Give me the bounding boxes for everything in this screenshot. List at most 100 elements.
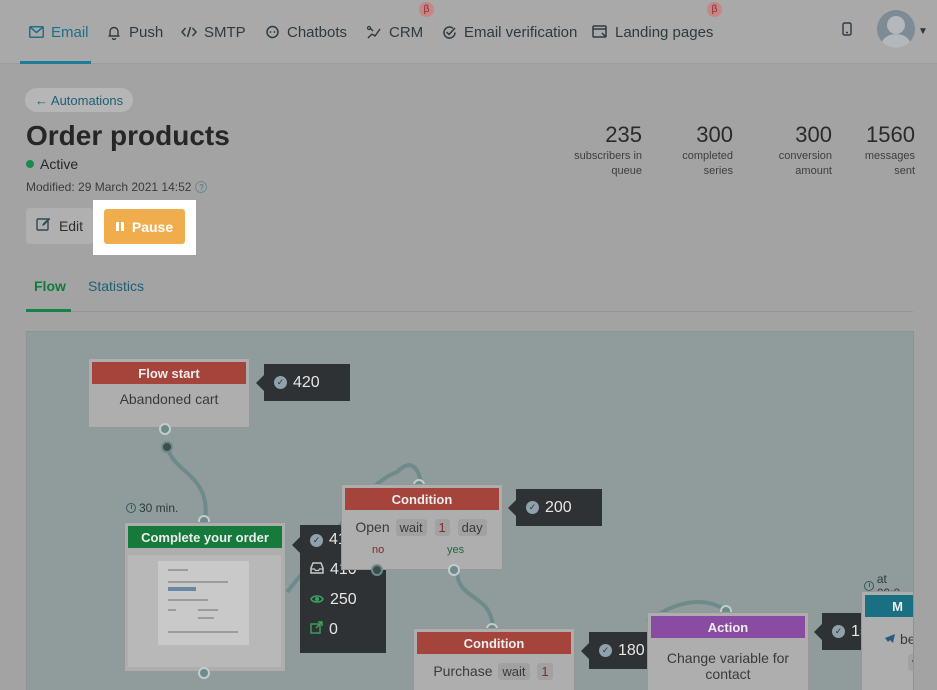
- condition2-wait-pill: wait: [498, 663, 530, 680]
- email-clicked-stat: 0: [300, 615, 386, 645]
- nav-landing-pages-label: Landing pages: [615, 23, 714, 41]
- pause-button-label: Pause: [131, 218, 174, 235]
- pause-button[interactable]: Pause: [104, 209, 185, 244]
- condition1-unit-pill: day: [457, 519, 487, 536]
- check-icon: ✓: [274, 376, 287, 389]
- clock-icon: [126, 503, 136, 513]
- modified-label: Modified: 29 March 2021 14:52: [26, 180, 192, 194]
- modified-date: Modified: 29 March 2021 14:52 ?: [26, 180, 208, 194]
- stat-label: amount: [795, 165, 832, 177]
- nav-push-label: Push: [129, 23, 164, 41]
- breadcrumb-automations[interactable]: ← Automations: [25, 88, 134, 112]
- flow-start-out-port[interactable]: [159, 423, 171, 435]
- nav-crm-label: CRM: [389, 23, 424, 41]
- action-header: Action: [651, 616, 805, 638]
- connector-port[interactable]: [161, 441, 173, 453]
- partial-body: be: [884, 631, 913, 647]
- status-indicator: Active: [26, 156, 78, 172]
- nav-email-label: Email: [51, 23, 89, 41]
- flow-start-count: 420: [293, 373, 320, 391]
- action-body-line-2: contact: [705, 666, 751, 682]
- edit-button-label: Edit: [58, 218, 84, 234]
- nav-push[interactable]: Push: [106, 0, 163, 64]
- nav-landing-pages[interactable]: Landing pages: [592, 0, 713, 64]
- landing-beta-badge: β: [707, 2, 722, 17]
- stat-completed-series: 300 completed series: [682, 122, 733, 178]
- help-icon[interactable]: ?: [195, 181, 208, 193]
- flow-start-header: Flow start: [92, 362, 246, 384]
- condition2-node[interactable]: Condition Purchase wait 1: [413, 628, 575, 690]
- nav-smtp-label: SMTP: [204, 23, 246, 41]
- mobile-icon[interactable]: [839, 17, 855, 41]
- condition1-node[interactable]: Condition Open wait 1 day: [341, 484, 503, 570]
- nav-smtp[interactable]: SMTP: [181, 0, 246, 64]
- condition1-wait-pill: wait: [395, 519, 427, 536]
- nav-chatbots[interactable]: Chatbots: [264, 0, 347, 64]
- crm-beta-badge: β: [419, 2, 434, 17]
- partial-node[interactable]: M be v: [861, 591, 913, 690]
- edit-icon: [36, 217, 51, 235]
- flow-start-node[interactable]: Flow start Abandoned cart: [88, 358, 250, 428]
- nav-crm[interactable]: CRM: [366, 0, 423, 64]
- check-circle-icon: [441, 24, 457, 40]
- email-icon: [28, 24, 44, 40]
- condition1-no-label: no: [372, 544, 385, 556]
- stat-label: subscribers in: [574, 150, 642, 162]
- chevron-down-icon[interactable]: ▼: [918, 26, 928, 37]
- condition1-n-pill: 1: [434, 519, 450, 536]
- action-node[interactable]: Action Change variable for contact: [647, 612, 809, 690]
- bell-icon: [106, 24, 122, 40]
- condition1-count-badge: ✓ 200: [508, 489, 602, 526]
- nav-email[interactable]: Email: [28, 0, 89, 64]
- flow-start-body: Abandoned cart: [119, 391, 219, 407]
- email-node[interactable]: Complete your order: [124, 522, 286, 672]
- condition2-n-pill: 1: [537, 663, 553, 680]
- action-body: Change variable for contact: [648, 650, 808, 682]
- stat-label: completed: [682, 150, 733, 162]
- avatar-body-shape: [881, 34, 911, 48]
- status-label: Active: [40, 156, 79, 172]
- check-icon: ✓: [526, 501, 539, 514]
- condition2-body: Purchase wait 1: [414, 663, 574, 680]
- nav-chatbots-label: Chatbots: [287, 23, 348, 41]
- avatar[interactable]: [877, 10, 915, 48]
- email-preview-card: [158, 561, 249, 645]
- condition1-yes-label: yes: [447, 544, 465, 556]
- tab-active-underline: [26, 309, 71, 312]
- flow-start-count-badge: ✓ 420: [256, 364, 350, 401]
- stat-value: 300: [795, 122, 832, 147]
- eye-icon: [310, 591, 324, 609]
- edit-button[interactable]: Edit: [26, 208, 93, 244]
- pause-icon: [115, 222, 124, 231]
- partial-header: M: [865, 595, 913, 617]
- tab-statistics[interactable]: Statistics: [88, 278, 144, 294]
- stat-value: 235: [605, 122, 642, 147]
- partial-pill: v: [908, 654, 913, 671]
- email-timer-label: 30 min.: [139, 501, 179, 515]
- partial-body-text: be: [900, 631, 913, 647]
- condition1-no-port[interactable]: [371, 564, 383, 576]
- check-icon: ✓: [599, 644, 612, 657]
- email-header: Complete your order: [128, 526, 282, 548]
- nav-email-verification[interactable]: Email verification: [441, 0, 577, 64]
- condition1-event: Open: [355, 519, 390, 535]
- stat-conversion-amount: 300 conversion amount: [779, 122, 832, 178]
- condition2-count: 180: [618, 641, 645, 659]
- condition1-yes-port[interactable]: [448, 564, 460, 576]
- stat-label: queue: [611, 165, 642, 177]
- nav-email-verification-label: Email verification: [464, 23, 578, 41]
- condition1-header: Condition: [345, 488, 499, 510]
- tab-flow[interactable]: Flow: [34, 278, 66, 294]
- telegram-icon: [884, 631, 896, 647]
- email-out-port[interactable]: [198, 667, 210, 679]
- page-title: Order products: [26, 120, 230, 151]
- external-link-icon: [310, 621, 323, 639]
- stat-label: series: [703, 165, 733, 177]
- email-opened-stat: 250: [300, 585, 386, 615]
- stat-value: 300: [696, 122, 733, 147]
- stat-messages-sent: 1560 messages sent: [865, 122, 915, 178]
- email-clicked-value: 0: [329, 621, 338, 638]
- email-timer: 30 min.: [126, 501, 178, 515]
- condition1-count: 200: [545, 498, 572, 516]
- flow-canvas[interactable]: Flow start Abandoned cart ✓ 420 30 min. …: [26, 331, 914, 690]
